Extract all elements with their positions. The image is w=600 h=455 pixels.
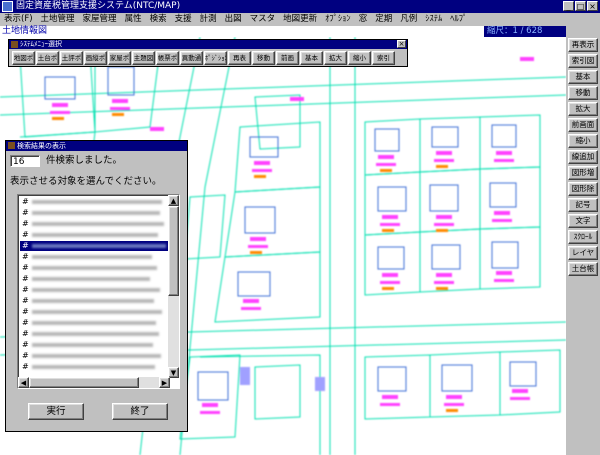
- selection-instruction: 表示させる対象を選んでください。: [10, 176, 162, 187]
- horizontal-scroll-thumb[interactable]: [29, 377, 139, 388]
- map-scale-readout: 縮尺：1 / 628: [484, 26, 566, 37]
- list-item[interactable]: #: [20, 318, 168, 328]
- list-item-selected[interactable]: #: [20, 241, 168, 251]
- list-item[interactable]: #: [20, 285, 168, 295]
- menu-item-support[interactable]: 支援: [171, 13, 196, 26]
- layer-button[interactable]: レイヤ: [568, 246, 598, 260]
- result-count-field: 16: [10, 155, 40, 167]
- menu-item-measure[interactable]: 計測: [196, 13, 221, 26]
- scroll-left-arrow-icon[interactable]: ◀: [18, 377, 29, 388]
- right-toolbar: 再表示 索引図 基本 移動 拡大 前画面 縮小 線追加 図形増 図形除 記号 文…: [566, 26, 600, 455]
- menu-item-map-update[interactable]: 地図更新: [279, 13, 321, 26]
- list-item[interactable]: #: [20, 208, 168, 218]
- positioning-button[interactable]: ﾎﾟｼﾞｼｮﾝ: [204, 51, 227, 65]
- menu-item-window[interactable]: 窓: [355, 13, 372, 26]
- map-layer-label: 土地情報図: [2, 26, 48, 36]
- system-menu-close-button[interactable]: ×: [397, 40, 406, 48]
- list-item[interactable]: #: [20, 263, 168, 273]
- panel-previous-button[interactable]: 前画: [276, 51, 299, 65]
- menu-item-view[interactable]: 表示(F): [0, 13, 37, 26]
- menu-item-search[interactable]: 検索: [146, 13, 171, 26]
- menu-item-periodic[interactable]: 定期: [371, 13, 396, 26]
- app-title: 固定資産税管理支援システム(NTC/MAP): [16, 1, 181, 11]
- list-item[interactable]: #: [20, 362, 168, 372]
- minimize-button[interactable]: _: [563, 1, 574, 11]
- zoom-out-button[interactable]: 縮小: [568, 134, 598, 148]
- change-notice-button[interactable]: 異動通: [180, 51, 203, 65]
- list-item[interactable]: #: [20, 351, 168, 361]
- form-position-button[interactable]: 帳票ポ: [156, 51, 179, 65]
- search-result-title: 検索結果の表示: [17, 142, 66, 150]
- menu-item-system[interactable]: ｼｽﾃﾑ: [421, 13, 446, 26]
- scroll-button[interactable]: ｽｸﾛｰﾙ: [568, 230, 598, 244]
- panel-redraw-button[interactable]: 再表: [228, 51, 251, 65]
- list-item[interactable]: #: [20, 230, 168, 240]
- app-icon: [2, 1, 13, 12]
- menu-item-house[interactable]: 家屋管理: [79, 13, 121, 26]
- window-icon: [8, 142, 15, 149]
- close-button[interactable]: ×: [587, 1, 598, 11]
- symbol-button[interactable]: 記号: [568, 198, 598, 212]
- zoom-in-button[interactable]: 拡大: [568, 102, 598, 116]
- panel-zoom-in-button[interactable]: 拡大: [324, 51, 347, 65]
- menu-item-output[interactable]: 出図: [221, 13, 246, 26]
- redraw-button[interactable]: 再表示: [568, 38, 598, 52]
- list-horizontal-scrollbar[interactable]: ◀ ▶: [18, 377, 170, 388]
- panel-zoom-out-button[interactable]: 縮小: [348, 51, 371, 65]
- menu-item-land[interactable]: 土地管理: [37, 13, 79, 26]
- text-button[interactable]: 文字: [568, 214, 598, 228]
- execute-button[interactable]: 実行: [28, 403, 84, 420]
- menu-bar: 表示(F) 土地管理 家屋管理 属性 検索 支援 計測 出図 マスタ 地図更新 …: [0, 13, 600, 26]
- maximize-button[interactable]: □: [575, 1, 586, 11]
- drawing-position-button[interactable]: 画縦ポ: [84, 51, 107, 65]
- map-position-button[interactable]: 地図ポ: [12, 51, 35, 65]
- add-shape-button[interactable]: 図形増: [568, 166, 598, 180]
- base-view-button[interactable]: 基本: [568, 70, 598, 84]
- panel-move-button[interactable]: 移動: [252, 51, 275, 65]
- app-title-bar: 固定資産税管理支援システム(NTC/MAP) _ □ ×: [0, 0, 600, 13]
- menu-item-attribute[interactable]: 属性: [121, 13, 146, 26]
- result-count-label: 件検索しました。: [46, 155, 123, 166]
- result-list[interactable]: # # # # # # # # # # # # # # # # ▲ ▼ ◀ ▶: [17, 194, 180, 389]
- system-menu-panel: ｼｽﾃﾑﾒﾆｭｰ選択 × 地図ポ 土台ポ 土評ポ 画縦ポ 家屋ポ 主題図 帳票ポ…: [8, 39, 408, 67]
- scroll-up-arrow-icon[interactable]: ▲: [168, 195, 179, 206]
- land-register-position-button[interactable]: 土台ポ: [36, 51, 59, 65]
- list-item[interactable]: #: [20, 307, 168, 317]
- thematic-map-button[interactable]: 主題図: [132, 51, 155, 65]
- list-item[interactable]: #: [20, 296, 168, 306]
- list-item[interactable]: #: [20, 274, 168, 284]
- remove-shape-button[interactable]: 図形除: [568, 182, 598, 196]
- menu-item-legend[interactable]: 凡例: [396, 13, 421, 26]
- panel-base-button[interactable]: 基本: [300, 51, 323, 65]
- menu-item-master[interactable]: マスタ: [246, 13, 280, 26]
- list-vertical-scrollbar[interactable]: ▲ ▼: [168, 195, 179, 378]
- search-result-title-bar[interactable]: 検索結果の表示: [6, 141, 187, 151]
- add-line-button[interactable]: 線追加: [568, 150, 598, 164]
- panel-icon: [11, 41, 18, 48]
- menu-item-help[interactable]: ﾍﾙﾌﾟ: [446, 13, 471, 26]
- panel-index-button[interactable]: 索引: [372, 51, 395, 65]
- list-item[interactable]: #: [20, 197, 168, 207]
- index-map-button[interactable]: 索引図: [568, 54, 598, 68]
- system-menu-title: ｼｽﾃﾑﾒﾆｭｰ選択: [20, 40, 62, 48]
- list-item[interactable]: #: [20, 252, 168, 262]
- vertical-scroll-thumb[interactable]: [168, 206, 179, 296]
- search-result-window: 検索結果の表示 16 件検索しました。 表示させる対象を選んでください。 # #…: [5, 140, 188, 432]
- house-position-button[interactable]: 家屋ポ: [108, 51, 131, 65]
- map-info-bar: 土地情報図 縮尺：1 / 628: [0, 26, 566, 37]
- list-item[interactable]: #: [20, 219, 168, 229]
- move-button[interactable]: 移動: [568, 86, 598, 100]
- scroll-right-arrow-icon[interactable]: ▶: [159, 377, 170, 388]
- menu-item-option[interactable]: ｵﾌﾟｼｮﾝ: [321, 13, 355, 26]
- list-item[interactable]: #: [20, 329, 168, 339]
- system-menu-title-bar[interactable]: ｼｽﾃﾑﾒﾆｭｰ選択 ×: [9, 40, 407, 49]
- land-valuation-position-button[interactable]: 土評ポ: [60, 51, 83, 65]
- land-register-button[interactable]: 土台帳: [568, 262, 598, 276]
- previous-screen-button[interactable]: 前画面: [568, 118, 598, 132]
- end-button[interactable]: 終了: [112, 403, 168, 420]
- list-item[interactable]: #: [20, 340, 168, 350]
